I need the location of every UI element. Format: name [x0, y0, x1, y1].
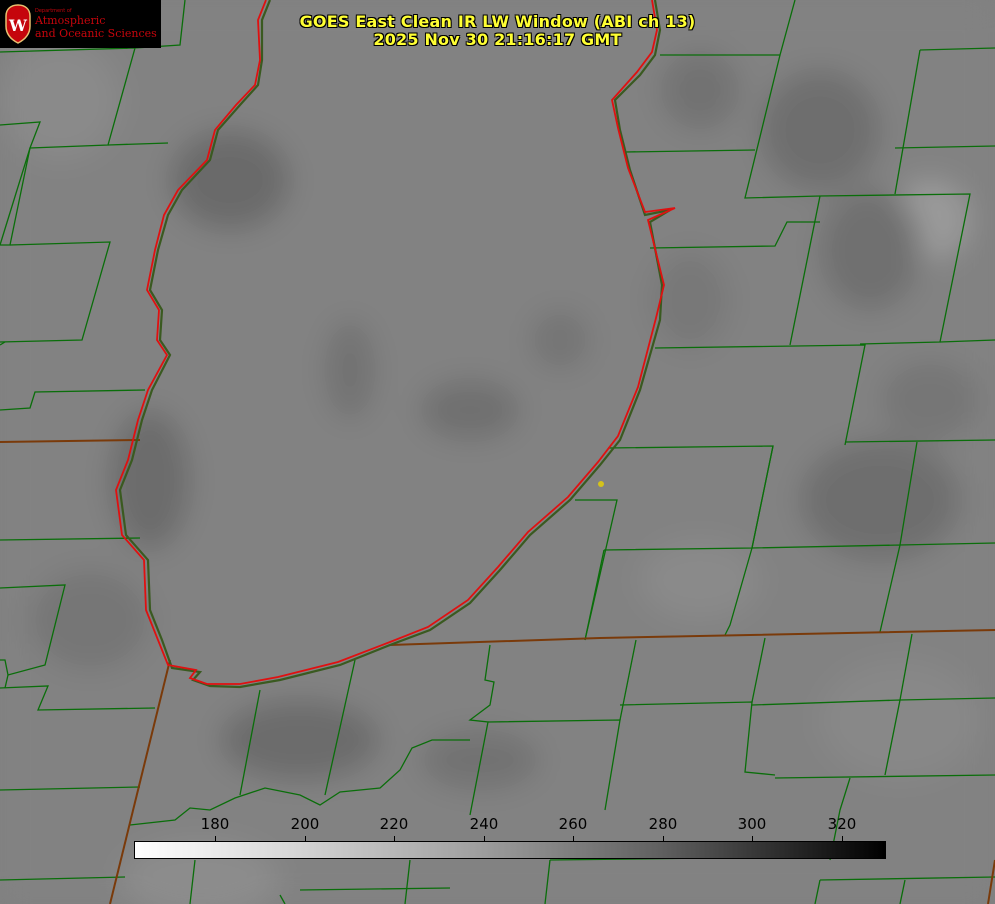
colorbar-tick-mark [752, 836, 753, 842]
colorbar-tick-label: 300 [737, 815, 767, 833]
colorbar-tick-mark [484, 836, 485, 842]
cloud-texture [0, 0, 995, 904]
colorbar-tick-label: 240 [469, 815, 499, 833]
colorbar-tick-label: 180 [200, 815, 230, 833]
map-canvas [0, 0, 995, 904]
image-timestamp: 2025 Nov 30 21:16:17 GMT [373, 30, 622, 49]
colorbar-tick-label: 260 [558, 815, 588, 833]
colorbar-tick-mark [663, 836, 664, 842]
colorbar-tick-label: 200 [290, 815, 320, 833]
colorbar-tick-mark [573, 836, 574, 842]
colorbar-tick-mark [305, 836, 306, 842]
satellite-image: W Department of Atmospheric and Oceanic … [0, 0, 995, 904]
colorbar-tick-label: 280 [648, 815, 678, 833]
image-title: GOES East Clean IR LW Window (ABI ch 13) [299, 12, 696, 31]
colorbar-tick-mark [215, 836, 216, 842]
colorbar-tick-label: 320 [827, 815, 857, 833]
colorbar-tick-label: 220 [379, 815, 409, 833]
location-marker [598, 481, 604, 487]
colorbar-tick-mark [842, 836, 843, 842]
colorbar [134, 841, 886, 859]
colorbar-tick-mark [394, 836, 395, 842]
